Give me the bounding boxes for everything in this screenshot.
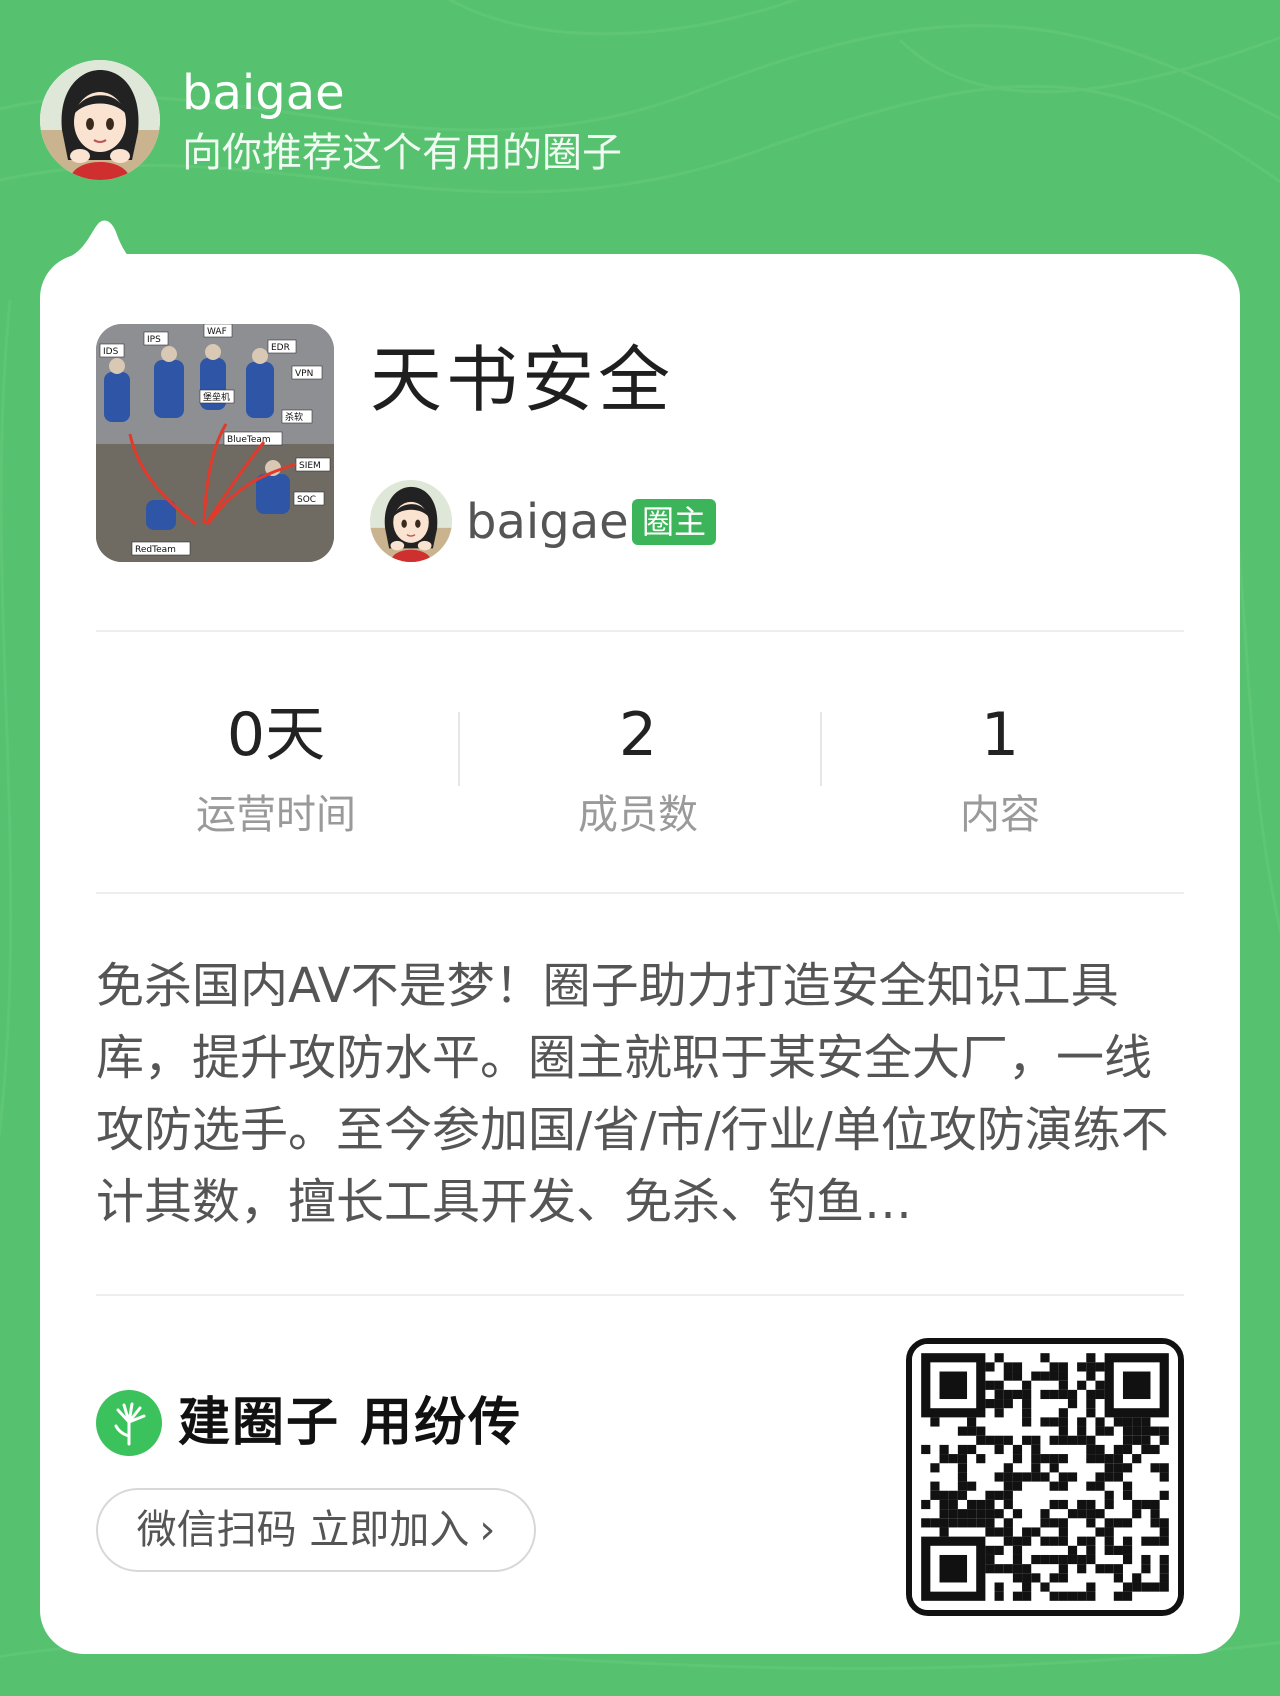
brand-slogan: 建圈子 用纷传 — [178, 1393, 523, 1453]
cover-label: IPS — [147, 335, 161, 345]
chevron-right-icon: › — [479, 1507, 496, 1553]
circle-cover-image[interactable]: IDS IPS WAF EDR VPN 堡垒机 杀软 BlueTeam SIEM… — [96, 324, 334, 562]
stat-value: 1 — [980, 700, 1020, 770]
cover-label: 堡垒机 — [203, 391, 230, 403]
anime-girl-avatar-icon — [40, 60, 160, 180]
stat-label: 内容 — [960, 792, 1040, 838]
owner-avatar[interactable] — [370, 480, 452, 562]
cover-label: RedTeam — [135, 545, 176, 555]
sharer-subtitle: 向你推荐这个有用的圈子 — [182, 130, 622, 176]
circle-title: 天书安全 — [370, 338, 675, 422]
cover-label: SOC — [297, 495, 316, 505]
divider — [96, 1294, 1184, 1296]
join-button[interactable]: 微信扫码 立即加入 › — [96, 1488, 536, 1572]
stat-members: 2 成员数 — [458, 700, 818, 840]
sharer-name: baigae — [182, 65, 345, 121]
card-tail — [66, 220, 130, 258]
join-button-label: 微信扫码 立即加入 — [136, 1507, 470, 1553]
stat-contents: 1 内容 — [820, 700, 1180, 840]
cover-label: WAF — [207, 327, 227, 337]
circle-description: 免杀国内AV不是梦！圈子助力打造安全知识工具库，提升攻防水平。圈主就职于某安全大… — [96, 958, 1169, 1230]
cover-label: 杀软 — [285, 411, 303, 423]
stat-label: 运营时间 — [196, 792, 356, 838]
divider — [96, 630, 1184, 632]
stat-value: 2 — [618, 700, 658, 770]
owner-name: baigae — [466, 494, 629, 550]
anime-girl-avatar-icon — [370, 480, 452, 562]
owner-badge: 圈主 — [632, 499, 717, 545]
cover-label: VPN — [295, 369, 313, 379]
dandelion-logo-icon — [96, 1390, 162, 1456]
cover-label: EDR — [271, 343, 290, 353]
qr-code[interactable] — [906, 1338, 1184, 1616]
stat-label: 成员数 — [578, 792, 698, 838]
divider — [96, 892, 1184, 894]
security-meme-cover: IDS IPS WAF EDR VPN 堡垒机 杀软 BlueTeam SIEM… — [96, 324, 334, 562]
stat-value: 0天 — [226, 700, 326, 770]
sharer-avatar[interactable] — [40, 60, 160, 180]
qr-code-icon — [912, 1344, 1178, 1610]
stat-operation-time: 0天 运营时间 — [96, 700, 456, 840]
cover-label: IDS — [103, 347, 119, 357]
cover-label: SIEM — [299, 461, 321, 471]
